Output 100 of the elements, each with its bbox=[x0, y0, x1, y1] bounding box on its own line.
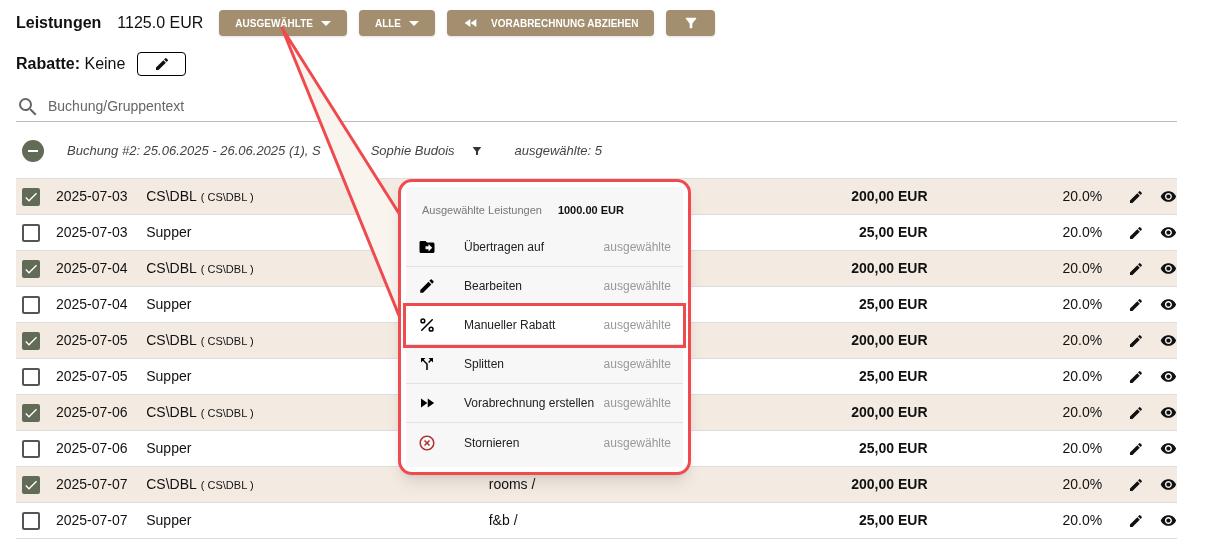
row-checkbox[interactable] bbox=[22, 367, 40, 386]
amount-cell-text: 25,00 EUR bbox=[858, 223, 928, 242]
edit-icon[interactable] bbox=[1128, 188, 1145, 205]
booking-title: Buchung #2: 25.06.2025 - 26.06.2025 (1), S bbox=[67, 142, 321, 161]
date-cell-text: 2025-07-03 bbox=[55, 187, 129, 206]
menu-label: Vorabrechnung erstellen bbox=[464, 395, 596, 412]
row-checkbox[interactable] bbox=[22, 439, 40, 458]
service-code: ( CS\DBL ) bbox=[200, 406, 254, 421]
view-icon[interactable] bbox=[1160, 296, 1177, 313]
view-icon[interactable] bbox=[1160, 332, 1177, 349]
menu-item[interactable]: Vorabrechnung erstellen ausgewählte bbox=[406, 384, 683, 423]
selected-count: ausgewählte: 5 bbox=[514, 142, 602, 161]
service-name: Supper bbox=[146, 367, 192, 386]
row-checkbox[interactable] bbox=[22, 403, 40, 422]
search-field[interactable]: Buchung/Gruppentext bbox=[48, 96, 1177, 117]
date-cell-text: 2025-07-06 bbox=[55, 403, 129, 422]
filter-icon[interactable] bbox=[470, 145, 483, 157]
tax-cell-text: 20.0% bbox=[1061, 475, 1103, 494]
minus-icon bbox=[28, 150, 38, 152]
menu-scope: ausgewählte bbox=[603, 356, 671, 373]
menu-scope: ausgewählte bbox=[603, 434, 671, 452]
service-name: Supper bbox=[146, 223, 192, 242]
amount-cell-text: 200,00 EUR bbox=[850, 331, 928, 350]
tax-cell-text: 20.0% bbox=[1061, 187, 1103, 206]
menu-item[interactable]: Stornieren ausgewählte bbox=[406, 423, 683, 462]
row-checkbox[interactable] bbox=[22, 475, 40, 494]
filter-button[interactable] bbox=[666, 10, 716, 36]
tax-cell-text: 20.0% bbox=[1061, 295, 1103, 314]
view-icon[interactable] bbox=[1160, 224, 1177, 241]
view-icon[interactable] bbox=[1160, 188, 1177, 205]
service-name: Supper bbox=[146, 511, 192, 530]
amount-cell-text: 200,00 EUR bbox=[850, 475, 928, 494]
view-icon[interactable] bbox=[1160, 512, 1177, 529]
date-cell-text: 2025-07-04 bbox=[55, 259, 129, 278]
service-code: ( CS\DBL ) bbox=[200, 334, 254, 349]
category-cell-text: rooms / bbox=[488, 475, 537, 494]
menu-item[interactable]: Splitten ausgewählte bbox=[406, 345, 683, 384]
service-name: CS\DBL bbox=[146, 403, 197, 422]
service-name: CS\DBL bbox=[146, 475, 197, 494]
edit-icon[interactable] bbox=[1128, 224, 1145, 241]
edit-icon[interactable] bbox=[1128, 404, 1145, 421]
collapse-toggle[interactable] bbox=[22, 140, 44, 162]
row-checkbox[interactable] bbox=[22, 223, 40, 242]
tax-cell-text: 20.0% bbox=[1061, 403, 1103, 422]
service-code: ( CS\DBL ) bbox=[200, 190, 254, 205]
amount-cell-text: 25,00 EUR bbox=[858, 511, 928, 530]
date-cell-text: 2025-07-03 bbox=[55, 223, 129, 242]
percent-icon bbox=[418, 316, 436, 334]
tax-cell-text: 20.0% bbox=[1061, 439, 1103, 458]
edit-icon[interactable] bbox=[1128, 476, 1145, 493]
popup-title: Ausgewählte Leistungen bbox=[422, 202, 542, 218]
menu-label: Splitten bbox=[464, 356, 506, 373]
row-checkbox[interactable] bbox=[22, 259, 40, 278]
menu-label: Stornieren bbox=[464, 434, 521, 452]
row-checkbox[interactable] bbox=[22, 331, 40, 350]
view-icon[interactable] bbox=[1160, 260, 1177, 277]
view-icon[interactable] bbox=[1160, 404, 1177, 421]
category-cell-text: f&b / bbox=[488, 511, 519, 530]
menu-label: Bearbeiten bbox=[464, 278, 524, 295]
service-name: CS\DBL bbox=[146, 259, 197, 278]
edit-icon[interactable] bbox=[1128, 260, 1145, 277]
view-icon[interactable] bbox=[1160, 440, 1177, 457]
menu-scope: ausgewählte bbox=[603, 395, 671, 412]
amount-cell-text: 25,00 EUR bbox=[858, 367, 928, 386]
pencil-icon bbox=[418, 277, 436, 295]
service-code: ( CS\DBL ) bbox=[200, 478, 254, 493]
tax-cell-text: 20.0% bbox=[1061, 259, 1103, 278]
menu-scope: ausgewählte bbox=[603, 239, 671, 256]
edit-discount-button[interactable] bbox=[137, 52, 187, 76]
row-checkbox[interactable] bbox=[22, 187, 40, 206]
row-checkbox[interactable] bbox=[22, 295, 40, 314]
guest-name: Sophie Budois bbox=[370, 142, 455, 161]
service-name: CS\DBL bbox=[146, 187, 197, 206]
edit-icon[interactable] bbox=[1128, 512, 1145, 529]
view-icon[interactable] bbox=[1160, 368, 1177, 385]
date-cell-text: 2025-07-07 bbox=[55, 475, 129, 494]
total-amount: 1125.0 EUR bbox=[117, 13, 204, 33]
tax-cell-text: 20.0% bbox=[1061, 511, 1103, 530]
page-title: Leistungen bbox=[16, 13, 102, 33]
discount-label: Rabatte: Keine bbox=[16, 54, 126, 74]
row-checkbox[interactable] bbox=[22, 511, 40, 530]
service-name: CS\DBL bbox=[146, 331, 197, 350]
cancel-icon bbox=[418, 433, 436, 452]
edit-icon[interactable] bbox=[1128, 296, 1145, 313]
view-icon[interactable] bbox=[1160, 476, 1177, 493]
tax-cell-text: 20.0% bbox=[1061, 331, 1103, 350]
date-cell-text: 2025-07-04 bbox=[55, 295, 129, 314]
tax-cell-text: 20.0% bbox=[1061, 367, 1103, 386]
edit-icon[interactable] bbox=[1128, 332, 1145, 349]
edit-icon[interactable] bbox=[1128, 440, 1145, 457]
folder-arrow-icon bbox=[418, 238, 436, 256]
edit-icon[interactable] bbox=[1128, 368, 1145, 385]
service-name: Supper bbox=[146, 295, 192, 314]
date-cell-text: 2025-07-07 bbox=[55, 511, 129, 530]
menu-label: Übertragen auf bbox=[464, 239, 546, 256]
menu-item[interactable]: Übertragen auf ausgewählte bbox=[406, 228, 683, 267]
menu-item[interactable]: Manueller Rabatt ausgewählte bbox=[406, 306, 683, 345]
amount-cell-text: 200,00 EUR bbox=[850, 259, 928, 278]
popup-total: 1000.00 EUR bbox=[557, 202, 624, 218]
menu-scope: ausgewählte bbox=[603, 278, 671, 295]
